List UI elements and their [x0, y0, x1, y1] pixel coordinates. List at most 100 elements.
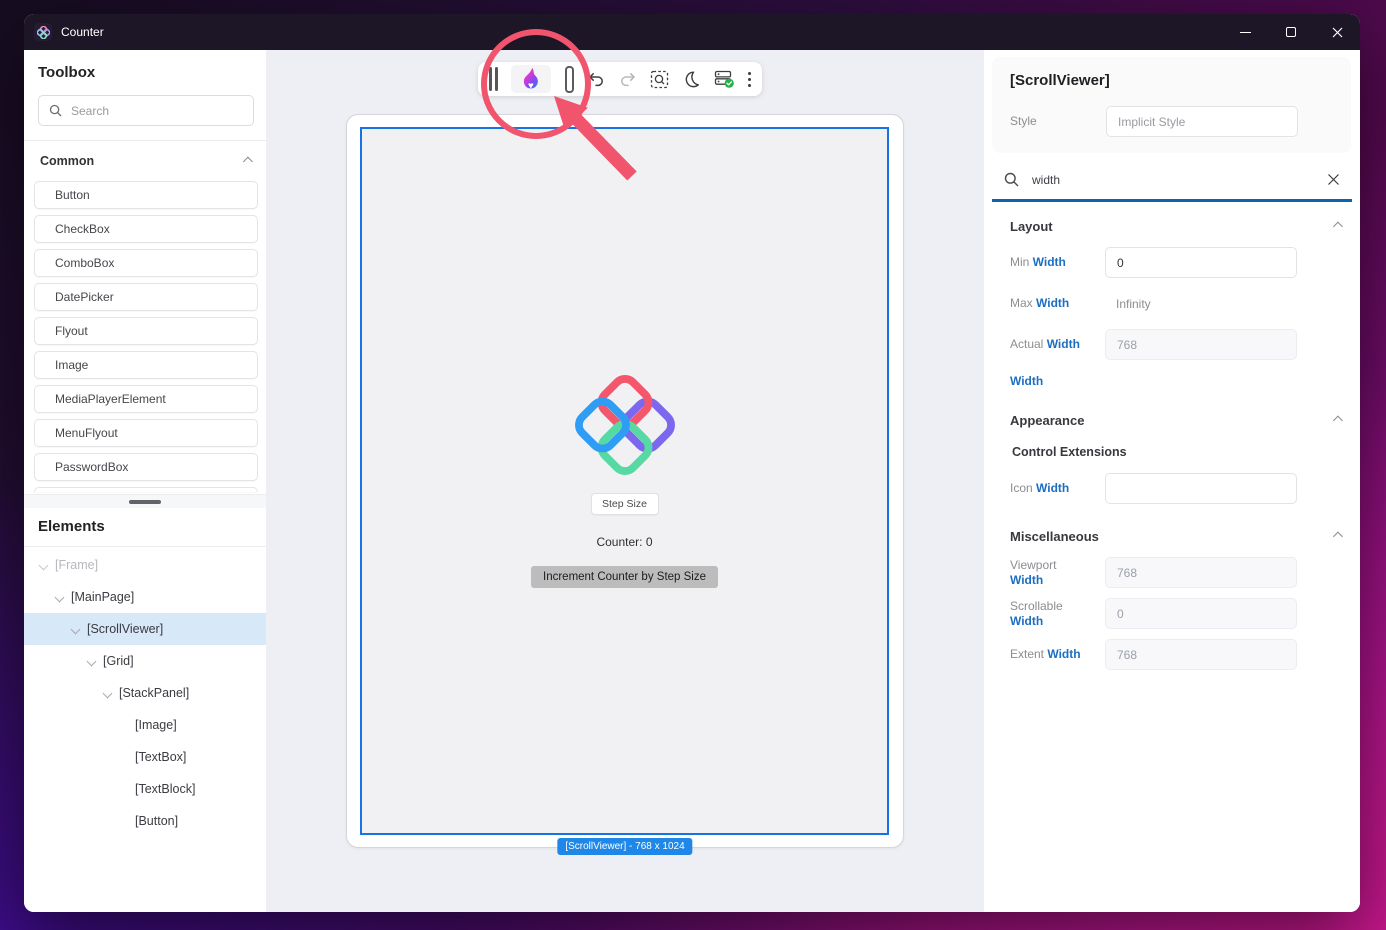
fit-to-selection-button[interactable]	[650, 70, 669, 89]
tree-item-label: [TextBox]	[135, 750, 186, 764]
chevron-down-icon[interactable]	[103, 688, 113, 698]
redo-button[interactable]	[619, 70, 637, 88]
step-size-textbox[interactable]: Step Size	[591, 493, 659, 515]
toolbox-item-flyout[interactable]: Flyout	[34, 317, 258, 345]
tree-item-label: [ScrollViewer]	[87, 622, 163, 636]
increment-counter-button[interactable]: Increment Counter by Step Size	[531, 566, 718, 588]
scrollable-width-input	[1105, 598, 1297, 629]
properties-search-input[interactable]	[1032, 173, 1314, 187]
section-appearance[interactable]: Appearance	[1010, 398, 1342, 441]
toolbox-search-input[interactable]	[71, 104, 243, 118]
property-row-extent-width: Extent Width	[1010, 639, 1342, 670]
property-row-icon-width: Icon Width	[1010, 473, 1342, 504]
properties-search[interactable]	[992, 161, 1352, 202]
section-miscellaneous[interactable]: Miscellaneous	[1010, 514, 1342, 557]
app-logo-icon	[34, 23, 52, 41]
toolbox-item-combobox[interactable]: ComboBox	[34, 249, 258, 277]
server-connected-icon	[714, 69, 735, 89]
design-canvas[interactable]: Step Size Counter: 0 Increment Counter b…	[266, 50, 984, 912]
min-width-input[interactable]	[1105, 247, 1297, 278]
toolbox-item-label: MediaPlayerElement	[55, 392, 166, 406]
app-screen-scrollviewer[interactable]: Step Size Counter: 0 Increment Counter b…	[360, 127, 889, 835]
property-label: Extent Width	[1010, 647, 1105, 662]
tree-item-textbox[interactable]: [TextBox]	[24, 741, 266, 773]
toolbox-item-image[interactable]: Image	[34, 351, 258, 379]
elements-panel: Elements [Frame] [MainPage]	[24, 508, 266, 912]
style-label: Style	[1010, 114, 1106, 129]
chevron-down-icon[interactable]	[71, 624, 81, 634]
splitter-grip-handle[interactable]	[129, 500, 161, 504]
actual-width-input	[1105, 329, 1297, 360]
toolbox-item-datepicker[interactable]: DatePicker	[34, 283, 258, 311]
tree-item-grid[interactable]: [Grid]	[24, 645, 266, 677]
uno-platform-logo[interactable]	[573, 373, 677, 477]
toolbox-title: Toolbox	[38, 64, 254, 81]
element-tree: [Frame] [MainPage] [ScrollViewer] [	[24, 547, 266, 837]
chevron-down-icon[interactable]	[87, 656, 97, 666]
toolbox-section-common[interactable]: Common	[38, 141, 254, 179]
tree-item-scrollviewer[interactable]: [ScrollViewer]	[24, 613, 266, 645]
toolbar-separator	[565, 66, 574, 93]
tree-item-label: [Image]	[135, 718, 177, 732]
tree-item-label: [Frame]	[55, 558, 98, 572]
tree-item-stackpanel[interactable]: [StackPanel]	[24, 677, 266, 709]
section-layout[interactable]: Layout	[1010, 204, 1342, 247]
device-preview-frame[interactable]: Step Size Counter: 0 Increment Counter b…	[346, 114, 904, 848]
chevron-up-icon[interactable]	[1333, 416, 1343, 426]
properties-body: Layout Min Width Max Width Infinity Actu…	[984, 202, 1360, 680]
tree-item-textblock[interactable]: [TextBlock]	[24, 773, 266, 805]
more-options-button[interactable]	[748, 72, 751, 87]
undo-icon	[587, 70, 605, 88]
tree-item-button[interactable]: [Button]	[24, 805, 266, 837]
chevron-up-icon[interactable]	[243, 156, 253, 166]
tree-item-label: [MainPage]	[71, 590, 134, 604]
hot-design-flame-button[interactable]	[511, 65, 551, 93]
maximize-button[interactable]	[1268, 14, 1314, 50]
tree-item-image[interactable]: [Image]	[24, 709, 266, 741]
theme-toggle-button[interactable]	[682, 70, 700, 88]
toolbox-item-partial[interactable]	[34, 487, 258, 492]
properties-header-card: [ScrollViewer] Style	[992, 57, 1351, 153]
property-row-width: Width	[1010, 370, 1342, 392]
toolbox-search[interactable]	[38, 95, 254, 126]
style-input[interactable]	[1106, 106, 1298, 137]
tree-item-label: [Button]	[135, 814, 178, 828]
property-label: Icon Width	[1010, 481, 1105, 496]
panel-splitter[interactable]	[24, 494, 266, 508]
close-button[interactable]	[1314, 14, 1360, 50]
toolbox-item-label: MenuFlyout	[55, 426, 118, 440]
property-row-max-width: Max Width Infinity	[1010, 288, 1342, 319]
tree-item-mainpage[interactable]: [MainPage]	[24, 581, 266, 613]
section-label: Common	[40, 154, 94, 168]
toolbox-item-mediaplayerelement[interactable]: MediaPlayerElement	[34, 385, 258, 413]
chevron-down-icon[interactable]	[39, 560, 49, 570]
flame-icon	[520, 67, 542, 91]
toolbox-item-label: DatePicker	[55, 290, 114, 304]
toolbox-item-checkbox[interactable]: CheckBox	[34, 215, 258, 243]
window-title: Counter	[61, 25, 104, 39]
chevron-down-icon[interactable]	[55, 592, 65, 602]
property-label: Max Width	[1010, 296, 1105, 311]
moon-icon	[682, 70, 700, 88]
undo-button[interactable]	[587, 70, 605, 88]
app-window: Counter Toolbox	[24, 14, 1360, 912]
section-label: Layout	[1010, 219, 1053, 234]
toolbox-item-button[interactable]: Button	[34, 181, 258, 209]
chevron-up-icon[interactable]	[1333, 532, 1343, 542]
tree-item-label: [StackPanel]	[119, 686, 189, 700]
icon-width-input[interactable]	[1105, 473, 1297, 504]
minimize-button[interactable]	[1222, 14, 1268, 50]
tree-item-frame[interactable]: [Frame]	[24, 549, 266, 581]
toolbox-item-label: PasswordBox	[55, 460, 128, 474]
toolbar-drag-handle[interactable]	[489, 67, 498, 91]
toolbox-item-menuflyout[interactable]: MenuFlyout	[34, 419, 258, 447]
clear-search-icon[interactable]	[1327, 173, 1340, 186]
counter-textblock: Counter: 0	[596, 535, 652, 549]
chevron-up-icon[interactable]	[1333, 222, 1343, 232]
connection-status-button[interactable]	[714, 69, 735, 89]
extent-width-input	[1105, 639, 1297, 670]
floating-toolbar	[478, 62, 762, 96]
redo-icon	[619, 70, 637, 88]
toolbox-item-passwordbox[interactable]: PasswordBox	[34, 453, 258, 481]
search-icon	[1004, 172, 1019, 187]
